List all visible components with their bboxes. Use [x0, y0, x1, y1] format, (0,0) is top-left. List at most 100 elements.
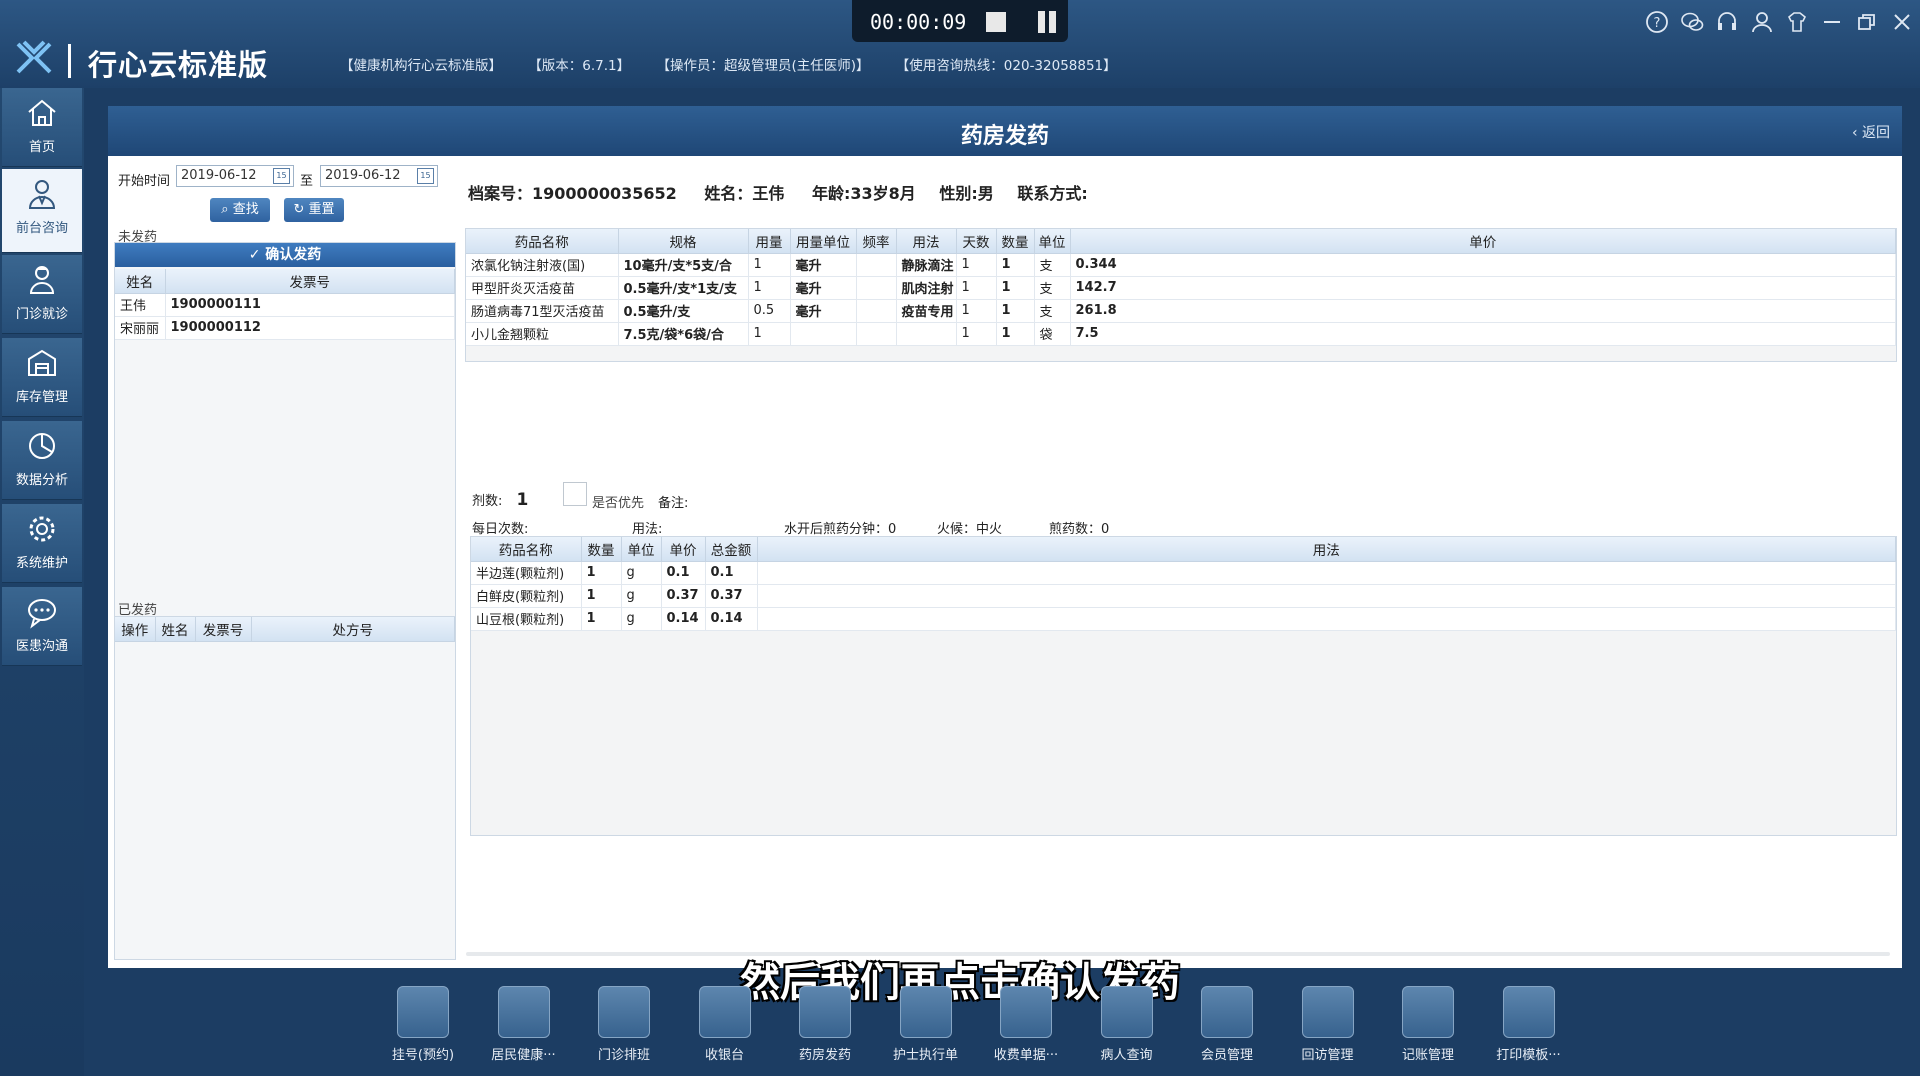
patient-name: 王伟	[115, 293, 166, 317]
calendar-icon[interactable]: 15	[273, 168, 290, 184]
toolbar-item[interactable]: 打印模板···	[1489, 986, 1569, 1063]
table-cell: 1	[996, 276, 1035, 300]
table-cell: 肠道病毒71型灭活疫苗	[466, 299, 619, 323]
toolbar-item[interactable]: 病人查询	[1087, 986, 1167, 1063]
table-cell	[856, 299, 897, 323]
sidebar-item-inventory[interactable]: 库存管理	[2, 338, 82, 417]
table-row[interactable]: 山豆根(颗粒剂) 1 g 0.14 0.14	[471, 607, 1896, 631]
table-cell	[856, 276, 897, 300]
column-header: 药品名称	[466, 229, 619, 254]
table-cell: 支	[1034, 276, 1071, 300]
doses-label: 剂数:	[472, 494, 503, 509]
table-row[interactable]: 小儿金翘颗粒 7.5克/袋*6袋/合 1 1 1 袋 7.5	[466, 322, 1896, 346]
sidebar-item-home[interactable]: 首页	[2, 88, 82, 167]
toolbar-item[interactable]: 会员管理	[1187, 986, 1267, 1063]
toolbar-item[interactable]: 挂号(预约)	[383, 986, 463, 1063]
table-cell: 静脉滴注	[896, 253, 957, 277]
doctor-icon	[29, 266, 55, 294]
pharmacy-dispense-panel: 药房发药 ‹ 返回 开始时间 2019-06-12 15 至 2019-06-12…	[108, 106, 1902, 968]
minimize-icon[interactable]	[1820, 10, 1844, 34]
toolbar-item[interactable]: 回访管理	[1288, 986, 1368, 1063]
table-cell: 1	[581, 584, 622, 608]
gear-icon	[29, 516, 55, 542]
toolbar-item-label: 护士执行单	[892, 1048, 958, 1063]
record-number: 1900000035652	[532, 184, 677, 203]
table-cell: 7.5克/袋*6袋/合	[618, 322, 749, 346]
toolbar-item[interactable]: 收费单据···	[986, 986, 1066, 1063]
table-cell: 山豆根(颗粒剂)	[471, 607, 582, 631]
table-cell: 1	[748, 322, 791, 346]
toolbar-item[interactable]: 记账管理	[1388, 986, 1468, 1063]
sidebar-item-maintenance[interactable]: 系统维护	[2, 504, 82, 583]
reset-label: 重置	[308, 202, 335, 217]
user-icon[interactable]	[1750, 10, 1774, 34]
help-icon[interactable]: ?	[1645, 10, 1669, 34]
nurse-order-icon	[899, 986, 952, 1038]
end-date-input[interactable]: 2019-06-12 15	[320, 165, 438, 187]
search-button[interactable]: ⌕ 查找	[210, 198, 270, 222]
column-header: 发票号	[195, 617, 252, 642]
table-cell: 0.5毫升/支*1支/支	[618, 276, 749, 300]
confirm-dispense-button[interactable]: ✓ 确认发药	[115, 243, 455, 267]
column-header: 用量	[748, 229, 791, 254]
column-header: 数量	[581, 537, 622, 562]
fire-level: 火候：中火	[937, 522, 1003, 537]
table-row[interactable]: 王伟 1900000111	[115, 293, 455, 317]
toolbar-item-label: 打印模板···	[1496, 1048, 1561, 1063]
sidebar-item-label: 医患沟通	[15, 639, 68, 654]
restore-icon[interactable]	[1855, 10, 1879, 34]
start-date-input[interactable]: 2019-06-12 15	[176, 165, 294, 187]
reset-button[interactable]: ↻ 重置	[284, 198, 344, 222]
toolbar-item[interactable]: 门诊排班	[584, 986, 664, 1063]
table-cell: g	[621, 584, 662, 608]
table-cell: 10毫升/支*5支/合	[618, 253, 749, 277]
close-icon[interactable]	[1890, 10, 1914, 34]
table-cell: 1	[956, 276, 997, 300]
table-row[interactable]: 半边莲(颗粒剂) 1 g 0.1 0.1	[471, 561, 1896, 585]
table-row[interactable]: 白鲜皮(颗粒剂) 1 g 0.37 0.37	[471, 584, 1896, 608]
pause-icon[interactable]	[1036, 11, 1058, 33]
pending-table: 姓名 发票号 王伟 1900000111 宋丽丽 1900000112	[115, 269, 455, 340]
patient-name: 王伟	[752, 184, 785, 203]
table-row[interactable]: 甲型肝炎灭活疫苗 0.5毫升/支*1支/支 1 毫升 肌肉注射 1 1 支 142.7	[466, 276, 1896, 300]
back-button[interactable]: ‹ 返回	[1852, 122, 1890, 142]
wechat-icon[interactable]	[1680, 10, 1704, 34]
recording-time: 00:00:09	[870, 10, 967, 34]
table-cell: 0.14	[661, 607, 706, 631]
table-cell: 0.1	[661, 561, 706, 585]
table-row[interactable]: 浓氯化钠注射液(国) 10毫升/支*5支/合 1 毫升 静脉滴注 1 1 支 0.344	[466, 253, 1896, 277]
home-icon	[28, 99, 56, 126]
toolbar-item[interactable]: 药房发药	[785, 986, 865, 1063]
record-label: 档案号：	[468, 184, 533, 203]
column-header: 单位	[621, 537, 662, 562]
priority-checkbox[interactable]	[563, 482, 587, 506]
table-cell: 1	[956, 299, 997, 323]
sidebar-item-consult[interactable]: 前台咨询	[2, 169, 82, 253]
stop-icon[interactable]	[986, 12, 1006, 32]
headset-icon[interactable]	[1715, 10, 1739, 34]
doses-field: 剂数: 1	[472, 490, 528, 510]
sidebar-item-outpatient[interactable]: 门诊就诊	[2, 255, 82, 334]
toolbar-item[interactable]: 护士执行单	[886, 986, 966, 1063]
sidebar-item-communication[interactable]: 医患沟通	[2, 587, 82, 666]
table-row[interactable]: 宋丽丽 1900000112	[115, 316, 455, 340]
toolbar-item[interactable]: 居民健康···	[484, 986, 564, 1063]
column-header: 姓名	[155, 617, 196, 642]
column-header: 频率	[856, 229, 897, 254]
dispensed-list: 操作 姓名 发票号 处方号	[114, 616, 456, 960]
toolbar-item-label: 挂号(预约)	[391, 1048, 455, 1063]
table-row[interactable]: 肠道病毒71型灭活疫苗 0.5毫升/支 0.5 毫升 疫苗专用 1 1 支 261.8	[466, 299, 1896, 323]
toolbar-item-label: 会员管理	[1200, 1048, 1253, 1063]
herbal-table: 药品名称 数量 单位 单价 总金额 用法 半边莲(颗粒剂) 1 g 0.1 0.1 白鲜皮(颗粒剂)…	[471, 537, 1896, 631]
table-cell: 肌肉注射	[896, 276, 957, 300]
column-header: 天数	[956, 229, 997, 254]
toolbar-item[interactable]: 收银台	[685, 986, 765, 1063]
sidebar-item-analytics[interactable]: 数据分析	[2, 421, 82, 500]
calendar-icon[interactable]: 15	[417, 168, 434, 184]
table-cell: 0.14	[705, 607, 758, 631]
table-cell	[757, 607, 1896, 631]
sidebar-item-label: 前台咨询	[15, 221, 68, 236]
table-cell	[757, 561, 1896, 585]
skin-icon[interactable]	[1785, 10, 1809, 34]
patient-name: 宋丽丽	[115, 316, 166, 340]
